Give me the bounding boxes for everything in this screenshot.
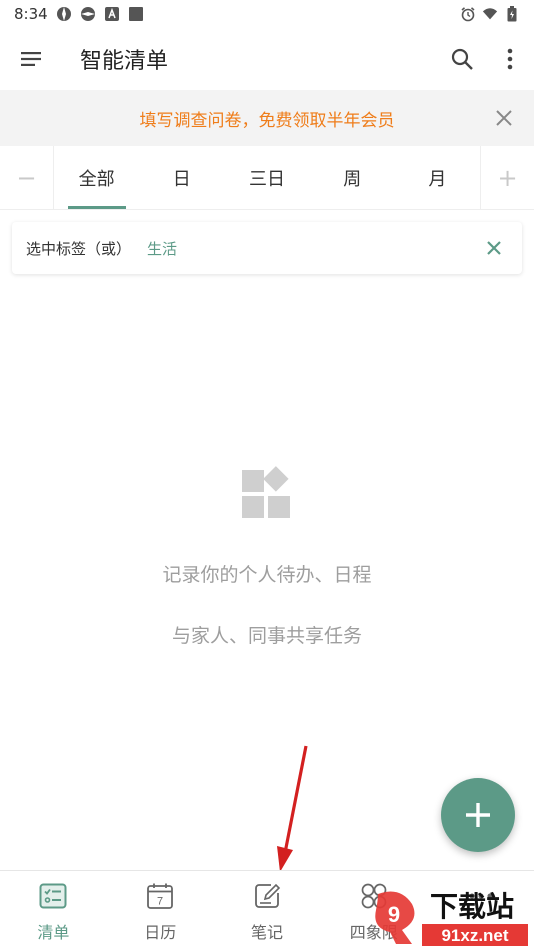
tab-day[interactable]: 日	[139, 146, 224, 209]
nav-label-notes: 笔记	[250, 923, 283, 942]
tab-all[interactable]: 全部	[54, 146, 139, 209]
app-a-notification-icon	[104, 6, 120, 22]
site-watermark: 9 下载站 91xz.net	[375, 890, 528, 946]
nav-label-list: 清单	[37, 923, 70, 942]
tab-week[interactable]: 周	[310, 146, 395, 209]
status-bar: 8:34	[0, 0, 534, 28]
svg-text:9: 9	[388, 902, 400, 927]
banner-close-button[interactable]	[490, 104, 518, 132]
hamburger-menu-icon	[21, 52, 41, 66]
next-period-button[interactable]: +	[480, 146, 534, 209]
nav-item-list[interactable]: 清单	[0, 871, 107, 950]
watermark-site: 91xz.net	[441, 926, 508, 945]
calendar-icon: 7	[147, 883, 174, 909]
close-icon	[496, 110, 512, 126]
calendar-date-badge: 7	[157, 896, 163, 908]
empty-widgets-icon	[242, 466, 290, 518]
tab-month[interactable]: 月	[395, 146, 480, 209]
close-icon	[487, 241, 501, 255]
search-icon	[451, 48, 473, 70]
add-task-fab[interactable]	[441, 778, 515, 852]
nav-item-notes[interactable]: 笔记	[214, 871, 321, 950]
wifi-icon	[482, 6, 498, 22]
empty-state-line-1: 记录你的个人待办、日程	[162, 564, 372, 586]
previous-period-button[interactable]: −	[0, 146, 54, 209]
period-tabs: 全部 日 三日 周 月	[54, 146, 480, 209]
square-notification-icon	[128, 6, 144, 22]
watermark-title: 下载站	[430, 890, 514, 923]
nav-label-calendar: 日历	[144, 923, 177, 942]
status-time: 8:34	[14, 5, 48, 23]
aperture-notification-icon	[56, 6, 72, 22]
survey-banner-text[interactable]: 填写调查问卷，免费领取半年会员	[140, 106, 395, 131]
red-annotation-arrow	[277, 745, 308, 872]
note-edit-icon	[255, 883, 281, 908]
checklist-icon	[39, 883, 67, 909]
tag-filter-card[interactable]: 选中标签（或） 生活	[12, 222, 522, 274]
battery-icon	[504, 6, 520, 22]
empty-state-line-2: 与家人、同事共享任务	[171, 625, 362, 647]
survey-banner[interactable]: 填写调查问卷，免费领取半年会员	[0, 90, 534, 146]
tag-filter-value[interactable]: 生活	[147, 238, 177, 259]
nav-item-calendar[interactable]: 7 日历	[107, 871, 214, 950]
more-vertical-icon	[507, 48, 513, 70]
page-title: 智能清单	[80, 49, 169, 74]
plus-icon	[466, 803, 490, 827]
app-bar: 智能清单	[0, 28, 534, 90]
alarm-icon	[460, 6, 476, 22]
search-button[interactable]	[438, 35, 486, 83]
more-options-button[interactable]	[486, 35, 534, 83]
period-tabs-row: − 全部 日 三日 周 月 +	[0, 146, 534, 210]
clear-tag-filter-button[interactable]	[480, 234, 508, 262]
tab-three-days[interactable]: 三日	[224, 146, 309, 209]
aperture-notification-icon-2	[80, 6, 96, 22]
tag-filter-label: 选中标签（或）	[26, 239, 132, 258]
menu-button[interactable]	[0, 28, 62, 90]
